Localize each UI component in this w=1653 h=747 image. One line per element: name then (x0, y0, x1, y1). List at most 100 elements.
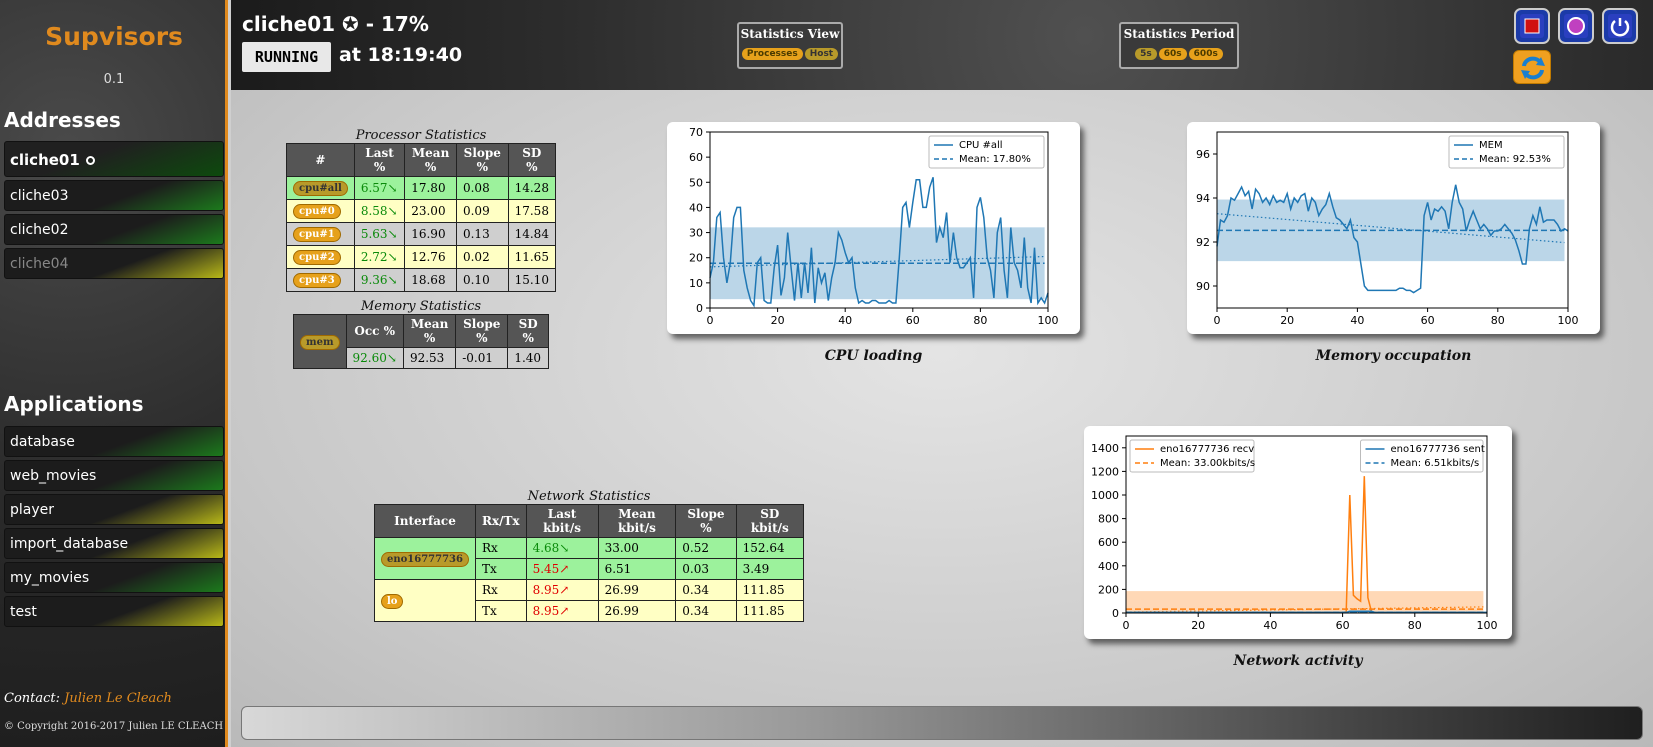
address-item-cliche03[interactable]: cliche03 (4, 180, 224, 211)
x-tick-label: 40 (838, 314, 852, 327)
interface-tag[interactable]: lo (381, 593, 404, 609)
application-label: my_movies (10, 570, 90, 586)
application-item-my-movies[interactable]: my_movies (4, 562, 224, 593)
x-tick-label: 20 (1191, 619, 1205, 632)
node-title: cliche01 ✪ - 17% (242, 12, 429, 36)
slope-cell: 0.10 (455, 268, 509, 292)
cpu-tag[interactable]: cpu#2 (293, 250, 341, 265)
dir-cell: Tx (474, 558, 527, 580)
mean-cell: 33.00 (597, 537, 677, 559)
interface-cell: eno16777736 (374, 537, 476, 580)
interface-tag[interactable]: eno16777736 (381, 551, 469, 567)
power-icon (1608, 14, 1632, 38)
application-item-database[interactable]: database (4, 426, 224, 457)
sidebar: Supvisors 0.1 Addresses cliche01 cliche0… (0, 0, 228, 747)
cpu-cell: cpu#0 (286, 199, 355, 223)
sd-cell: 14.28 (507, 176, 557, 200)
application-item-player[interactable]: player (4, 494, 224, 525)
view-processes-button[interactable]: Processes (741, 48, 803, 60)
network-chart: 0 20 40 60 80 1000200400600800100012001400 eno… (1091, 435, 1498, 632)
y-tick-label: 20 (689, 252, 703, 265)
sd-cell: 152.64 (735, 537, 805, 559)
shutdown-button[interactable] (1602, 8, 1638, 44)
application-item-web-movies[interactable]: web_movies (4, 460, 224, 491)
y-tick-label: 1400 (1091, 442, 1119, 455)
last-cell: 2.72↘ (353, 245, 406, 269)
address-item-cliche04[interactable]: cliche04 (4, 248, 224, 279)
cpu-cell: cpu#2 (286, 245, 355, 269)
address-label: cliche03 (10, 188, 69, 204)
y-tick-label: 600 (1098, 536, 1119, 549)
contact-link[interactable]: Julien Le Cleach (64, 691, 172, 706)
table-row: eno16777736 Rx 4.68↘ 33.00 0.52 152.64 (374, 537, 805, 580)
sd-cell: 1.40 (507, 347, 549, 369)
refresh-button[interactable] (1513, 50, 1551, 84)
last-cell: 5.63↘ (353, 222, 406, 246)
x-tick-label: 0 (1214, 314, 1221, 327)
application-label: import_database (10, 536, 129, 552)
col-header: Rx/Tx (474, 504, 527, 538)
legend-label: Mean: 33.00kbits/s (1160, 458, 1255, 469)
application-item-import-database[interactable]: import_database (4, 528, 224, 559)
header: cliche01 ✪ - 17% RUNNING at 18:19:40 Sta… (231, 0, 1653, 90)
cpu-tag[interactable]: cpu#1 (293, 227, 341, 242)
cpu-tag[interactable]: cpu#all (293, 181, 348, 196)
x-tick-label: 80 (1491, 314, 1505, 327)
brand-title[interactable]: Supvisors (0, 22, 228, 51)
col-header: Interface (374, 504, 476, 538)
col-header: Last % (353, 143, 406, 177)
period-600s-button[interactable]: 600s (1188, 48, 1223, 60)
dir-cell: Rx (474, 579, 527, 601)
stop-button[interactable] (1514, 8, 1550, 44)
interface-cell: lo (374, 579, 476, 622)
period-5s-button[interactable]: 5s (1135, 48, 1157, 60)
mean-cell: 6.51 (597, 558, 677, 580)
mem-tag[interactable]: mem (300, 334, 340, 350)
cpu-cell: cpu#1 (286, 222, 355, 246)
cpu-tag[interactable]: cpu#3 (293, 273, 341, 288)
last-cell: 8.58↘ (353, 199, 406, 223)
table-row: lo Rx 8.95↗ 26.99 0.34 111.85 (374, 579, 805, 622)
x-tick-label: 0 (1123, 619, 1130, 632)
col-header: # (286, 143, 355, 177)
address-item-cliche02[interactable]: cliche02 (4, 214, 224, 245)
legend-label: Mean: 6.51kbits/s (1391, 458, 1480, 469)
legend-label: Mean: 17.80% (959, 154, 1031, 165)
restart-button[interactable] (1558, 8, 1594, 44)
mean-cell: 92.53 (402, 347, 457, 369)
cpu-chart-title: CPU loading (824, 348, 923, 364)
copyright: © Copyright 2016-2017 Julien LE CLEACH (4, 721, 224, 732)
application-label: test (10, 604, 37, 620)
application-item-test[interactable]: test (4, 596, 224, 627)
state-badge: RUNNING (242, 42, 331, 72)
last-cell: 4.68↘ (525, 537, 599, 559)
mean-cell: 18.68 (404, 268, 457, 292)
statistics-period-caption: Statistics Period (1123, 27, 1235, 41)
table-row: cpu#0 8.58↘ 23.00 0.09 17.58 (286, 199, 557, 223)
y-tick-label: 1000 (1091, 489, 1119, 502)
bottom-bar (241, 706, 1643, 740)
memory-table: mem Occ % Mean % Slope % SD % 92.60↘ 92.… (293, 314, 549, 369)
legend-label: Mean: 92.53% (1479, 154, 1551, 165)
contact-label: Contact: (4, 691, 61, 706)
statistics-view-box: Statistics View Processes Host (737, 22, 843, 69)
mean-cell: 26.99 (597, 600, 677, 622)
cpu-cell: cpu#3 (286, 268, 355, 292)
address-item-cliche01[interactable]: cliche01 (4, 141, 224, 177)
y-tick-label: 1200 (1091, 465, 1119, 478)
last-cell: 5.45↗ (525, 558, 599, 580)
sd-cell: 111.85 (735, 600, 805, 622)
addresses-list: cliche01 cliche03 cliche02 cliche04 (4, 141, 224, 282)
y-tick-label: 90 (1196, 280, 1210, 293)
table-row: cpu#2 2.72↘ 12.76 0.02 11.65 (286, 245, 557, 269)
sd-cell: 3.49 (735, 558, 805, 580)
view-host-button[interactable]: Host (804, 48, 839, 60)
col-header: Slope % (675, 504, 737, 538)
period-60s-button[interactable]: 60s (1158, 48, 1187, 60)
cpu-tag[interactable]: cpu#0 (293, 204, 341, 219)
version-label: 0.1 (103, 72, 125, 87)
sd-cell: 15.10 (507, 268, 557, 292)
last-cell: 6.57↘ (353, 176, 406, 200)
cpu-chart: 0 20 40 60 80 100 0 10 20 30 40 50 60 70 CPU #all Mean:… (689, 126, 1059, 327)
mean-cell: 26.99 (597, 579, 677, 601)
